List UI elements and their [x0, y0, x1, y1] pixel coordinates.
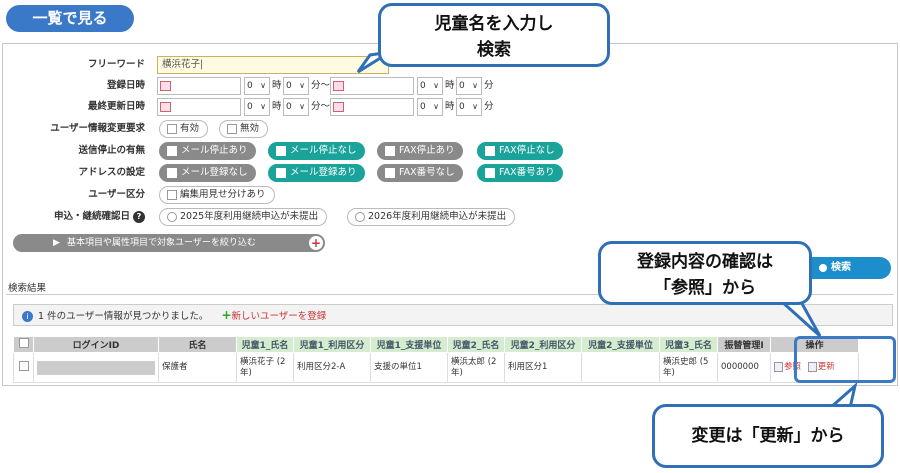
callout-view: 登録内容の確認は 「参照」から — [598, 241, 812, 305]
callout-search: 児童名を入力し 検索 — [378, 3, 610, 67]
callout-tails — [356, 50, 858, 410]
screen: 一覧で見る フリーワード 横浜花子| 登録日時 0 ∨ 時 0 ∨ 分〜 0 ∨ 時 … — [0, 0, 900, 473]
callout-update: 変更は「更新」から — [652, 404, 884, 468]
